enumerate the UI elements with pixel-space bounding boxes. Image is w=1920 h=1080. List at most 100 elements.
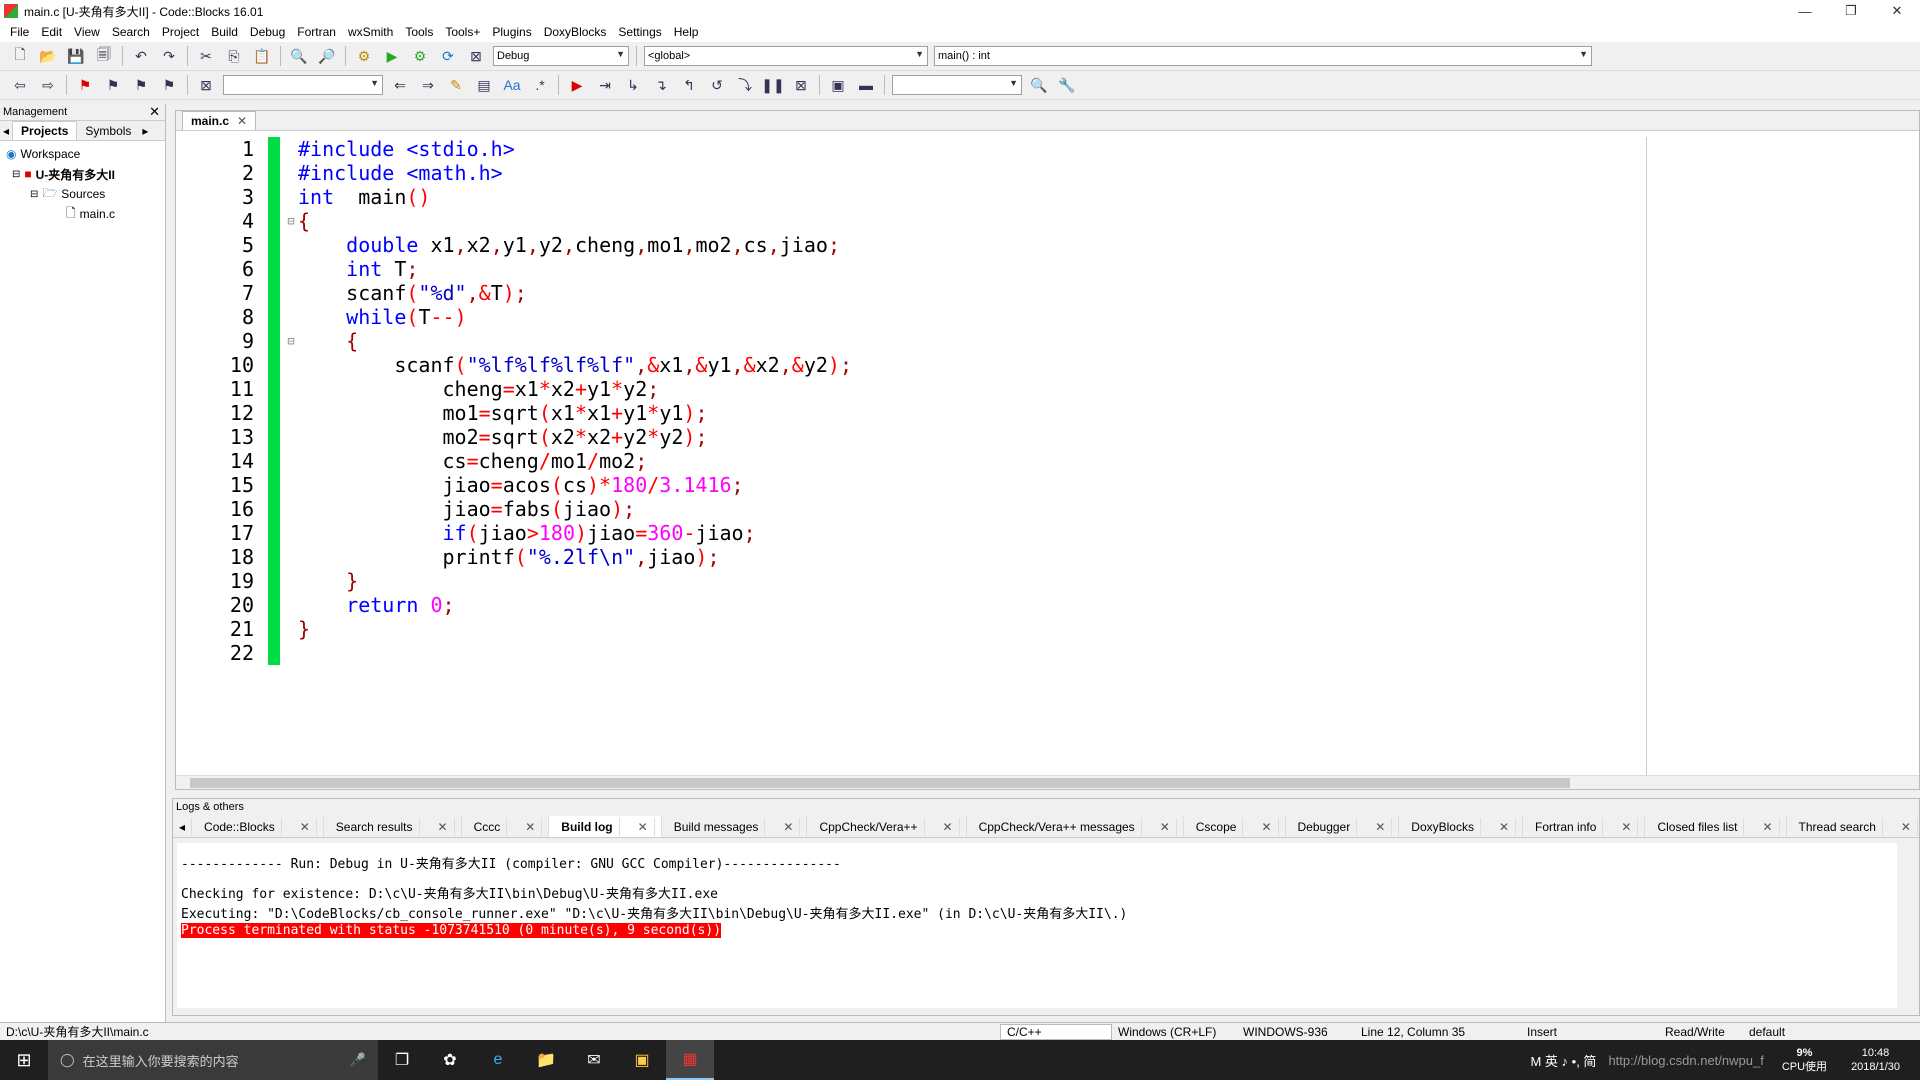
menu-item-settings[interactable]: Settings	[612, 25, 667, 39]
bookmark-clear-icon[interactable]: ⚑	[158, 74, 180, 96]
ime-indicator[interactable]: M 英 ♪ •, 简	[1530, 1051, 1596, 1070]
close-icon[interactable]: ✕	[1895, 817, 1918, 836]
next-instruction-icon[interactable]: ↺	[706, 74, 728, 96]
close-icon[interactable]: ✕	[1615, 817, 1639, 836]
tab-build-log[interactable]: Build log ✕	[549, 816, 662, 837]
forward-icon[interactable]: ⇨	[37, 74, 59, 96]
code-line[interactable]: 3 int main()	[176, 185, 1466, 209]
various-info-icon[interactable]: ▬	[855, 74, 877, 96]
replace-icon[interactable]: 🔎	[316, 45, 338, 67]
build-icon[interactable]: ⚙	[353, 45, 375, 67]
close-icon[interactable]: ✕	[294, 817, 317, 836]
microphone-icon[interactable]: 🎤	[350, 1052, 366, 1068]
code-line[interactable]: 21}	[176, 617, 1466, 641]
close-icon[interactable]: ✕	[1756, 817, 1780, 836]
incremental-search-input[interactable]: ▼	[223, 75, 383, 95]
code-line[interactable]: 5 double x1,x2,y1,y2,cheng,mo1,mo2,cs,ji…	[176, 233, 1466, 257]
code-line[interactable]: 15 jiao=acos(cs)*180/3.1416;	[176, 473, 1466, 497]
open-file-icon[interactable]: 📂	[37, 45, 59, 67]
tab-closed-files-list[interactable]: Closed files list ✕	[1645, 816, 1787, 837]
code-line[interactable]: 10 scanf("%lf%lf%lf%lf",&x1,&y1,&x2,&y2)…	[176, 353, 1466, 377]
file-explorer-icon[interactable]: 📁	[522, 1040, 570, 1080]
scope-select[interactable]: <global> ▼	[644, 46, 928, 66]
close-icon[interactable]: ✕	[632, 817, 655, 836]
tree-item-project[interactable]: ⊟ ■ U-夹角有多大II	[6, 164, 159, 184]
menu-item-edit[interactable]: Edit	[35, 25, 68, 39]
abort-icon[interactable]: ⊠	[465, 45, 487, 67]
tab-doxyblocks[interactable]: DoxyBlocks ✕	[1399, 816, 1524, 837]
menu-item-debug[interactable]: Debug	[244, 25, 291, 39]
code-line[interactable]: 16 jiao=fabs(jiao);	[176, 497, 1466, 521]
code-editor[interactable]: 1 #include <stdio.h> 2 #include <math.h> 3 in…	[176, 137, 1466, 777]
code-line[interactable]: 19 }	[176, 569, 1466, 593]
bookmark-toggle-icon[interactable]: ⚑	[74, 74, 96, 96]
new-file-icon[interactable]: 🗋	[9, 45, 31, 67]
fold-icon[interactable]: ⊟	[284, 214, 298, 228]
step-into-icon[interactable]: ↴	[650, 74, 672, 96]
mail-icon[interactable]: ✉	[570, 1040, 618, 1080]
debug-start-icon[interactable]: ▶	[566, 74, 588, 96]
close-icon[interactable]: ✕	[149, 104, 160, 120]
match-case-icon[interactable]: Aa	[501, 74, 523, 96]
code-line[interactable]: 17 if(jiao>180)jiao=360-jiao;	[176, 521, 1466, 545]
code-line[interactable]: 6 int T;	[176, 257, 1466, 281]
bookmark-prev-icon[interactable]: ⚑	[102, 74, 124, 96]
search-prev-icon[interactable]: ⇐	[389, 74, 411, 96]
menu-item-fortran[interactable]: Fortran	[291, 25, 342, 39]
horizontal-scrollbar[interactable]	[176, 775, 1919, 789]
code-line[interactable]: 4 ⊟{	[176, 209, 1466, 233]
tab-build-messages[interactable]: Build messages ✕	[662, 816, 808, 837]
build-and-run-icon[interactable]: ⚙	[409, 45, 431, 67]
find-icon[interactable]: 🔍	[288, 45, 310, 67]
close-icon[interactable]: ✕	[937, 817, 960, 836]
search-next-icon[interactable]: ⇒	[417, 74, 439, 96]
close-icon[interactable]: ✕	[432, 817, 455, 836]
code-line[interactable]: 20 return 0;	[176, 593, 1466, 617]
windows-start-icon[interactable]: ⊞	[0, 1040, 48, 1080]
search-code-icon[interactable]: 🔍	[1028, 74, 1050, 96]
tab-fortran-info[interactable]: Fortran info ✕	[1523, 816, 1646, 837]
save-all-icon[interactable]: 🗐	[93, 45, 115, 67]
scrollbar-thumb[interactable]	[190, 778, 1570, 788]
tabs-scroll-left-icon[interactable]: ◂	[173, 817, 193, 836]
codeblocks-taskbar-icon[interactable]: ▦	[666, 1040, 714, 1080]
code-line[interactable]: 13 mo2=sqrt(x2*x2+y2*y2);	[176, 425, 1466, 449]
pause-icon[interactable]: ❚❚	[761, 74, 784, 96]
code-line[interactable]: 2 #include <math.h>	[176, 161, 1466, 185]
maximize-button[interactable]: ❐	[1828, 0, 1874, 22]
collapse-icon[interactable]: ⊟	[12, 169, 20, 180]
taskbar-search-box[interactable]: ◯ 在这里输入你要搜索的内容 🎤	[48, 1040, 378, 1080]
close-icon[interactable]: ✕	[519, 817, 543, 836]
fold-icon[interactable]: ⊟	[284, 334, 298, 348]
settings-wrench-icon[interactable]: 🔧	[1056, 74, 1078, 96]
tab-search-results[interactable]: Search results ✕	[324, 816, 462, 837]
menu-item-help[interactable]: Help	[668, 25, 705, 39]
tab-cscope[interactable]: Cscope ✕	[1184, 816, 1286, 837]
close-icon[interactable]: ✕	[1255, 817, 1279, 836]
tab-cppcheck-vera-messages[interactable]: CppCheck/Vera++ messages ✕	[967, 816, 1184, 837]
tree-item-sources[interactable]: ⊟ 🗁 Sources	[6, 184, 159, 204]
close-icon[interactable]: ✕	[1154, 817, 1177, 836]
tabs-scroll-left-icon[interactable]: ◂	[0, 122, 12, 140]
close-icon[interactable]: ✕	[777, 817, 801, 836]
tree-item-main-c[interactable]: 🗋 main.c	[6, 204, 159, 224]
tab-cppcheck-vera-[interactable]: CppCheck/Vera++ ✕	[807, 816, 967, 837]
highlight-icon[interactable]: ✎	[445, 74, 467, 96]
menu-item-wxsmith[interactable]: wxSmith	[342, 25, 399, 39]
code-line[interactable]: 18 printf("%.2lf\n",jiao);	[176, 545, 1466, 569]
back-icon[interactable]: ⇦	[9, 74, 31, 96]
system-clock[interactable]: 10:48 2018/1/30	[1845, 1046, 1906, 1074]
menu-item-plugins[interactable]: Plugins	[486, 25, 537, 39]
code-line[interactable]: 22	[176, 641, 1466, 665]
code-search-input[interactable]: ▼	[892, 75, 1022, 95]
menu-item-tools[interactable]: Tools	[399, 25, 439, 39]
cut-icon[interactable]: ✂	[195, 45, 217, 67]
menu-item-file[interactable]: File	[4, 25, 35, 39]
notes-app-icon[interactable]: ▣	[618, 1040, 666, 1080]
selected-text-icon[interactable]: ▤	[473, 74, 495, 96]
redo-icon[interactable]: ↷	[158, 45, 180, 67]
undo-icon[interactable]: ↶	[130, 45, 152, 67]
code-line[interactable]: 1 #include <stdio.h>	[176, 137, 1466, 161]
tab-thread-search[interactable]: Thread search ✕	[1787, 816, 1919, 837]
save-icon[interactable]: 💾	[65, 45, 87, 67]
